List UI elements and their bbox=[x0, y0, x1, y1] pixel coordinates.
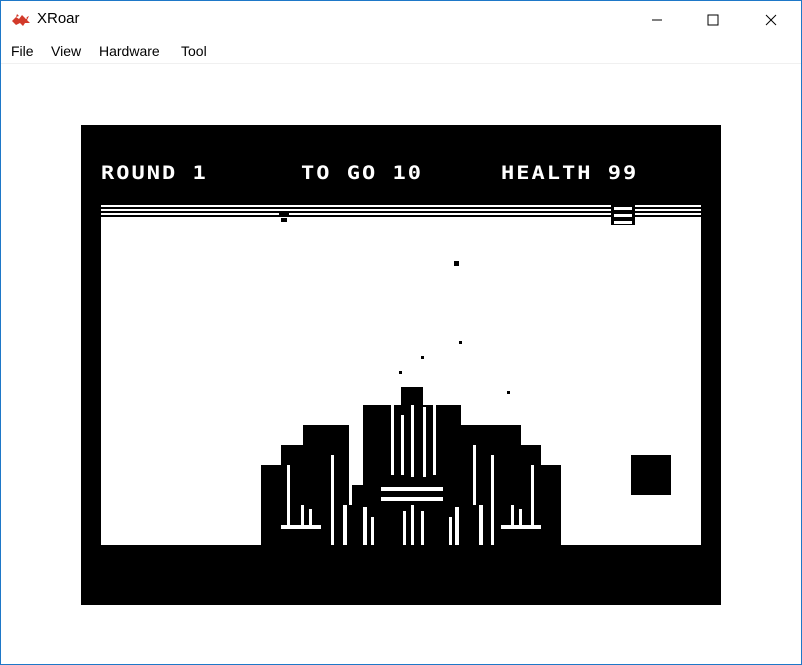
emulator-display-area[interactable]: ROUND 1 TO GO 10 HEALTH 99 bbox=[1, 64, 801, 664]
maximize-button[interactable] bbox=[684, 1, 742, 39]
minimize-button[interactable] bbox=[628, 1, 686, 39]
menu-hardware[interactable]: Hardware bbox=[97, 43, 162, 59]
dragon-icon bbox=[12, 14, 30, 26]
menu-view[interactable]: View bbox=[49, 43, 83, 59]
enemy-radar-marker bbox=[279, 213, 289, 222]
minimize-icon bbox=[652, 19, 662, 21]
maximize-icon bbox=[707, 14, 719, 26]
close-icon bbox=[765, 14, 777, 26]
close-button[interactable] bbox=[742, 1, 800, 39]
xroar-window: XRoar File View Hardware Tool ROUND 1 TO… bbox=[0, 0, 802, 665]
menu-tool[interactable]: Tool bbox=[179, 43, 209, 59]
enemy-block bbox=[631, 455, 671, 495]
projectile-particles bbox=[399, 261, 510, 394]
window-title: XRoar bbox=[37, 10, 80, 27]
menu-bar: File View Hardware Tool bbox=[1, 39, 801, 64]
game-screen[interactable]: ROUND 1 TO GO 10 HEALTH 99 bbox=[81, 125, 721, 605]
player-radar-marker bbox=[611, 203, 635, 225]
title-bar[interactable]: XRoar bbox=[1, 1, 801, 39]
game-graphics bbox=[261, 203, 671, 545]
menu-file[interactable]: File bbox=[9, 43, 36, 59]
